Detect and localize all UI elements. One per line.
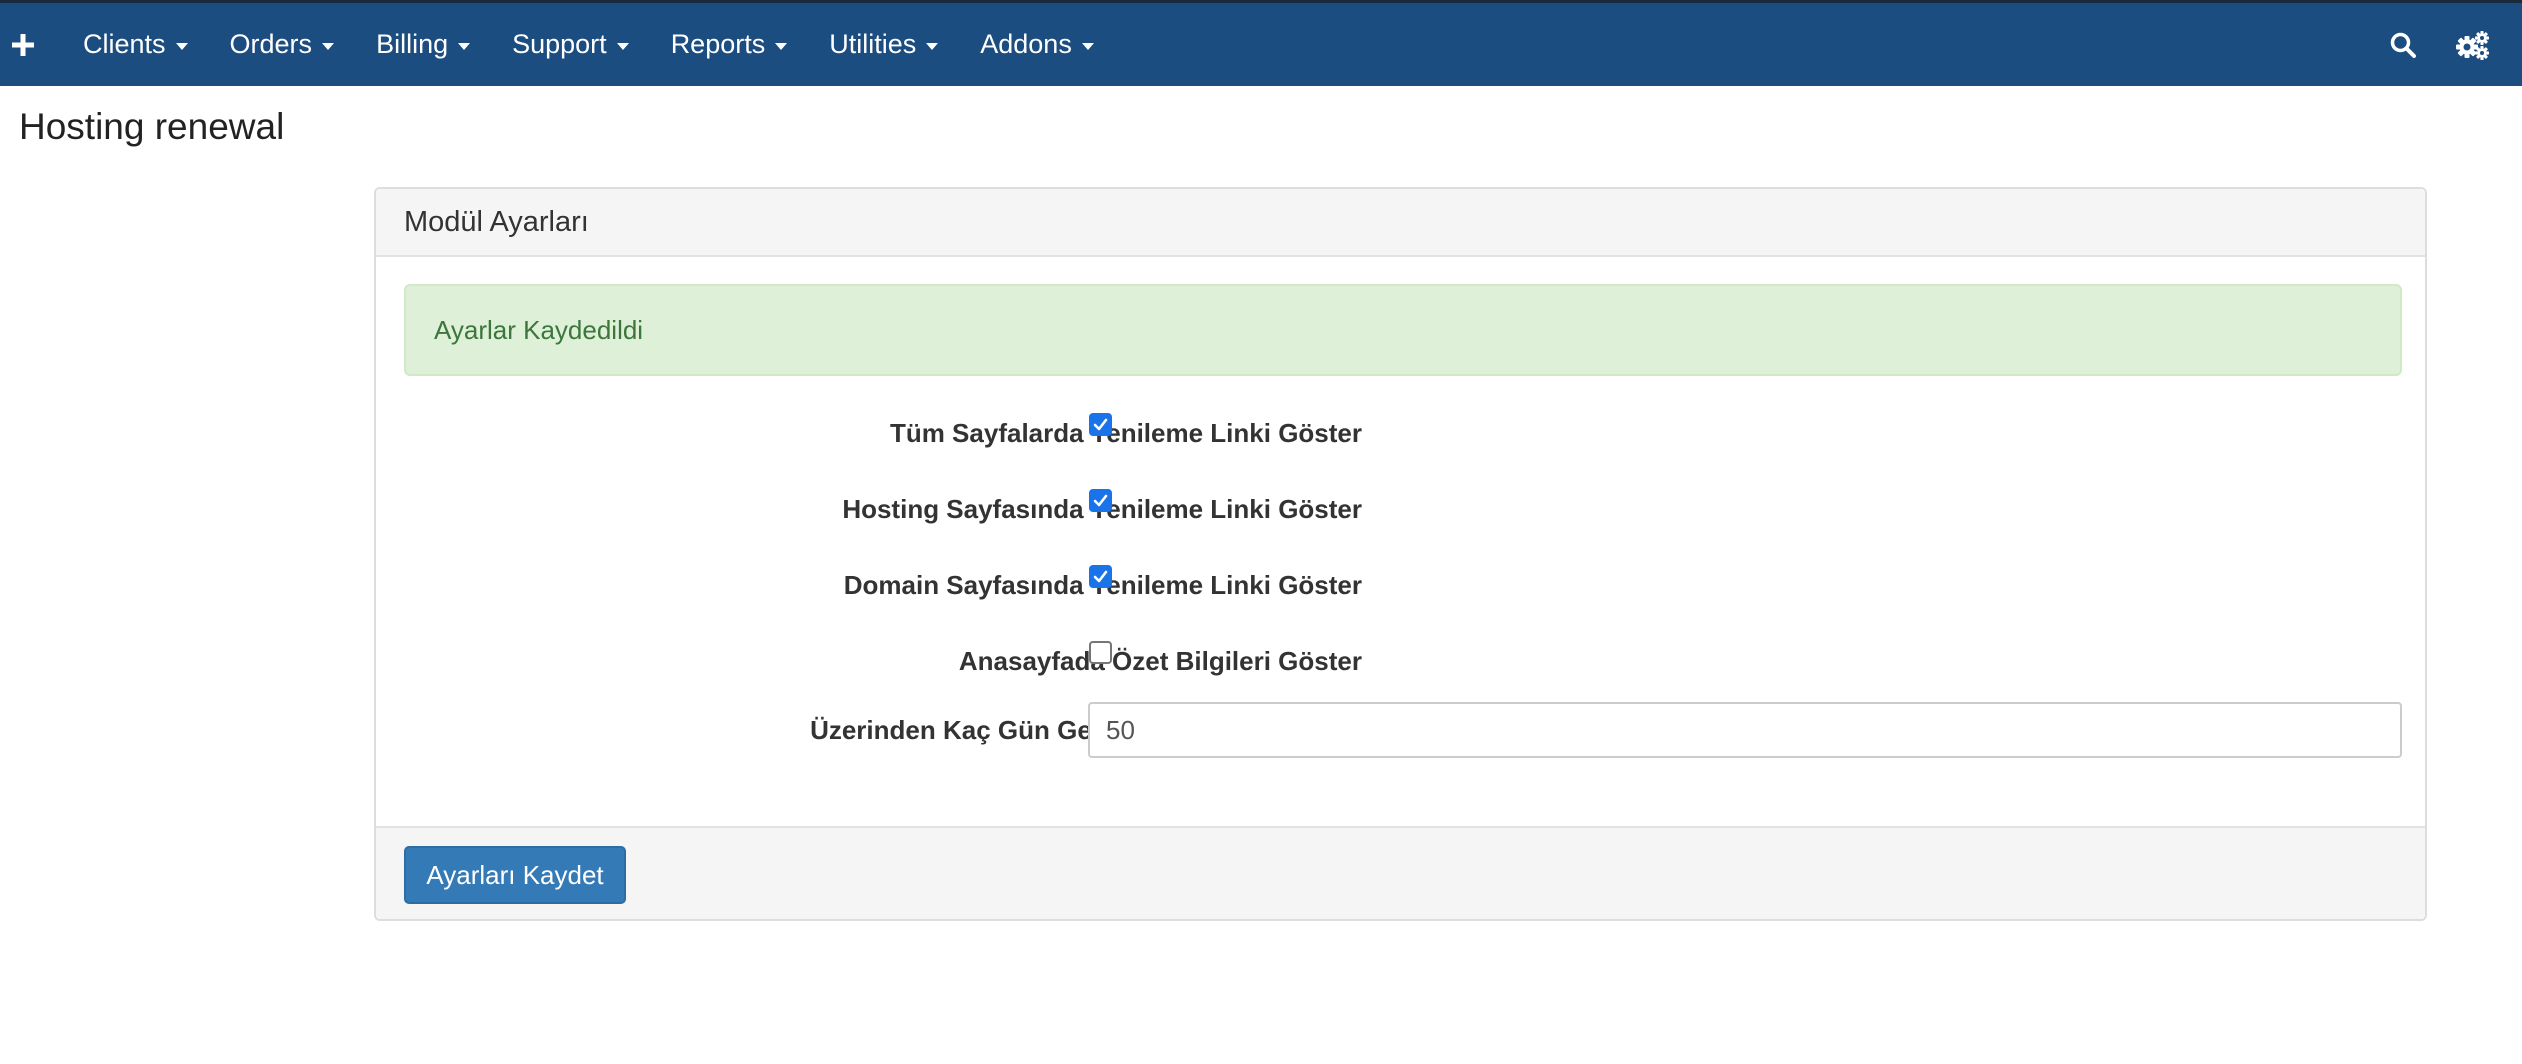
menu-reports-label: Reports — [670, 29, 766, 59]
menu-orders[interactable]: Orders — [209, 3, 356, 86]
check-icon — [1093, 494, 1108, 507]
top-navbar: Clients Orders Billing Support Reports U… — [0, 0, 2522, 86]
module-settings-panel: Modül Ayarları Ayarlar Kaydedildi Tüm Sa… — [374, 187, 2427, 921]
form-row-hosting-page-link: Hosting Sayfasında Yenileme Linki Göster — [376, 481, 2425, 537]
menu-clients[interactable]: Clients — [62, 3, 209, 86]
menu-reports[interactable]: Reports — [650, 3, 809, 86]
panel-heading: Modül Ayarları — [376, 189, 2425, 257]
page-title: Hosting renewal — [19, 106, 285, 147]
chevron-down-icon — [1081, 42, 1094, 50]
chevron-down-icon — [458, 42, 471, 50]
plus-icon[interactable] — [4, 26, 42, 64]
menu-support[interactable]: Support — [491, 3, 650, 86]
navbar-right-tools — [2368, 3, 2522, 86]
form-row-homepage-summary: Anasayfada Özet Bilgileri Göster — [376, 633, 2425, 689]
field-label: Tüm Sayfalarda Yenileme Linki Göster — [889, 417, 1362, 448]
menu-utilities-label: Utilities — [829, 29, 917, 59]
menu-addons-label: Addons — [980, 29, 1072, 59]
chevron-down-icon — [616, 42, 629, 50]
save-settings-button[interactable]: Ayarları Kaydet — [404, 846, 626, 904]
domain-page-renewal-link-checkbox[interactable] — [1089, 565, 1112, 588]
main-menu: Clients Orders Billing Support Reports U… — [62, 3, 1115, 86]
check-icon — [1093, 570, 1108, 583]
gears-icon[interactable] — [2438, 3, 2508, 86]
search-icon[interactable] — [2368, 3, 2438, 86]
menu-utilities[interactable]: Utilities — [808, 3, 959, 86]
success-alert: Ayarlar Kaydedildi — [404, 284, 2402, 376]
form-row-domain-page-link: Domain Sayfasında Yenileme Linki Göster — [376, 557, 2425, 613]
menu-support-label: Support — [512, 29, 607, 59]
chevron-down-icon — [775, 42, 788, 50]
menu-addons[interactable]: Addons — [959, 3, 1115, 86]
chevron-down-icon — [175, 42, 188, 50]
all-pages-renewal-link-checkbox[interactable] — [1089, 413, 1112, 436]
form-row-hide-expired-days: Üzerinden Kaç Gün Geçmiş Domainleri Gizl… — [376, 702, 2425, 758]
field-label: Anasayfada Özet Bilgileri Göster — [958, 645, 1362, 676]
hosting-page-renewal-link-checkbox[interactable] — [1089, 489, 1112, 512]
panel-footer: Ayarları Kaydet — [376, 826, 2425, 919]
form-row-all-pages-link: Tüm Sayfalarda Yenileme Linki Göster — [376, 405, 2425, 461]
menu-clients-label: Clients — [83, 29, 166, 59]
menu-orders-label: Orders — [229, 29, 313, 59]
menu-billing-label: Billing — [376, 29, 449, 59]
chevron-down-icon — [322, 42, 335, 50]
check-icon — [1093, 418, 1108, 431]
panel-body: Ayarlar Kaydedildi Tüm Sayfalarda Yenile… — [376, 257, 2425, 830]
chevron-down-icon — [926, 42, 939, 50]
menu-billing[interactable]: Billing — [355, 3, 491, 86]
hide-expired-days-input[interactable] — [1088, 702, 2402, 758]
homepage-summary-checkbox[interactable] — [1089, 641, 1112, 664]
